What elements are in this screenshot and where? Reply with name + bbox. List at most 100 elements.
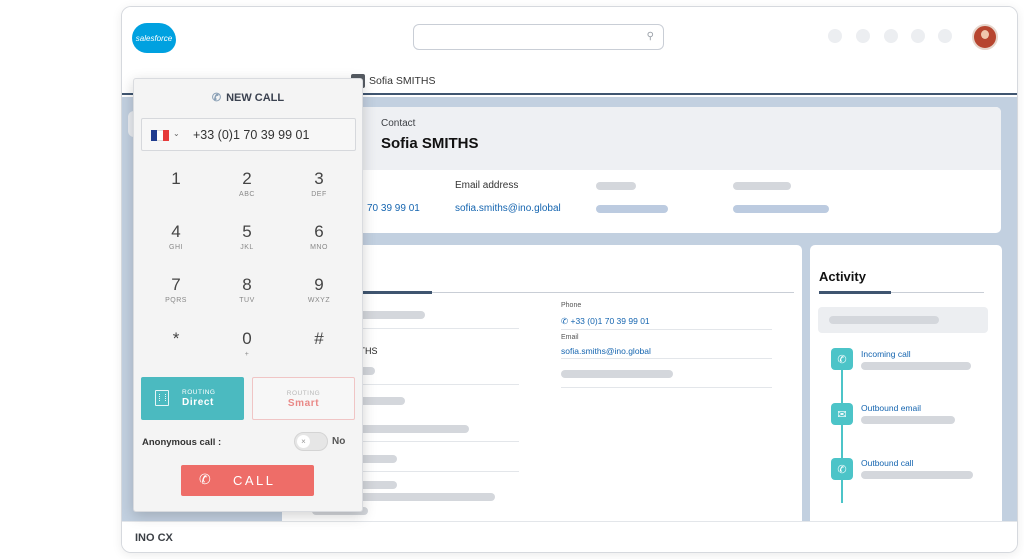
divider [357, 441, 519, 442]
softphone-dialer: ✆ NEW CALL ⌄ +33 (0)1 70 39 99 01 1 2 ABC 3 D… [133, 78, 363, 512]
keypad-digit: 0 [242, 329, 252, 348]
placeholder-bar [861, 362, 971, 370]
routing-direct-label: Direct [182, 397, 214, 408]
phone-icon: ✆ [831, 458, 853, 480]
phone-number-input[interactable]: ⌄ +33 (0)1 70 39 99 01 [141, 118, 356, 151]
placeholder-bar [357, 397, 405, 405]
placeholder-bar [357, 455, 397, 463]
routing-direct-button[interactable]: ROUTING Direct [141, 377, 244, 420]
activity-item-label[interactable]: Outbound call [861, 458, 913, 468]
keypad-digit: # [314, 329, 324, 348]
phone-field-number: +33 (0)1 70 39 99 01 [570, 316, 650, 326]
header-utility-icon[interactable] [911, 29, 925, 43]
placeholder-bar [357, 425, 469, 433]
global-search-input[interactable]: ⚲ [413, 24, 664, 50]
divider [357, 328, 519, 329]
routing-direct-kicker: ROUTING [182, 389, 216, 396]
email-field-value[interactable]: sofia.smiths@ino.global [561, 346, 651, 356]
keypad-digit: 4 [171, 222, 181, 241]
contact-header: Contact Sofia SMITHS [282, 107, 1001, 170]
phone-icon: ✆ [211, 92, 222, 104]
keypad-digit: 3 [314, 169, 324, 188]
placeholder-bar [829, 316, 939, 324]
tab-contact[interactable]: Sofia SMITHS [351, 74, 436, 88]
placeholder-bar [596, 205, 668, 213]
keypad-digit: * [172, 329, 180, 348]
keypad-letters: + [244, 351, 250, 358]
anonymous-call-toggle[interactable]: × [294, 432, 328, 451]
salesforce-logo[interactable]: salesforce [132, 23, 176, 53]
phone-field-label: Phone [561, 302, 582, 309]
chevron-down-icon[interactable]: ⌄ [173, 129, 180, 138]
top-bar: salesforce ⚲ [122, 7, 1017, 71]
keypad-key[interactable]: 4 GHI [146, 222, 206, 262]
keypad-letters: TUV [239, 297, 255, 304]
keypad-key[interactable]: * [146, 329, 206, 369]
header-utility-icon[interactable] [828, 29, 842, 43]
phone-icon: ✆ [831, 348, 853, 370]
routing-smart-label: Smart [287, 398, 320, 409]
keypad-letters: DEF [311, 191, 327, 198]
email-field-label: Email [561, 334, 579, 341]
keypad-letters: MNO [310, 244, 328, 251]
keypad-key[interactable]: # [289, 329, 349, 369]
keypad-digit: 7 [171, 275, 181, 294]
routing-smart-button[interactable]: ROUTING Smart [252, 377, 355, 420]
keypad-key[interactable]: 2 ABC [217, 169, 277, 209]
header-utility-icon[interactable] [884, 29, 898, 43]
keypad-digit: 9 [314, 275, 324, 294]
keypad-key[interactable]: 8 TUV [217, 275, 277, 315]
phone-icon: ✆ [199, 471, 211, 487]
placeholder-bar [596, 182, 636, 190]
activity-tab-selected[interactable] [819, 291, 891, 294]
keypad-digit: 1 [171, 169, 181, 188]
france-flag-icon[interactable] [151, 130, 169, 141]
keypad-digit: 6 [314, 222, 324, 241]
divider [561, 387, 772, 388]
placeholder-bar [561, 370, 673, 378]
keypad-key[interactable]: 1 [146, 169, 206, 209]
keypad-key[interactable]: 3 DEF [289, 169, 349, 209]
anonymous-call-label: Anonymous call : [142, 437, 222, 448]
keypad-key[interactable]: 0 + [217, 329, 277, 369]
header-utility-icon[interactable] [938, 29, 952, 43]
tab-contact-label: Sofia SMITHS [369, 75, 436, 87]
keypad-letters: ABC [239, 191, 255, 198]
contact-name: Sofia SMITHS [381, 135, 479, 152]
divider [357, 384, 519, 385]
keypad-key[interactable]: 6 MNO [289, 222, 349, 262]
activity-item-label[interactable]: Outbound email [861, 403, 921, 413]
dialer-title: ✆ NEW CALL [134, 91, 362, 104]
email-link[interactable]: sofia.smiths@ino.global [455, 203, 561, 214]
divider [561, 329, 772, 330]
keypad-key[interactable]: 5 JKL [217, 222, 277, 262]
phone-link[interactable]: 70 39 99 01 [367, 203, 420, 214]
utility-bar-label[interactable]: INO CX [135, 532, 173, 544]
call-button-label: CALL [233, 473, 276, 488]
user-avatar[interactable] [972, 24, 998, 50]
anonymous-call-value: No [332, 436, 346, 447]
activity-item-label[interactable]: Incoming call [861, 349, 911, 359]
keypad-letters: PQRS [165, 297, 187, 304]
keypad-key[interactable]: 7 PQRS [146, 275, 206, 315]
keypad-letters: JKL [240, 244, 254, 251]
activity-filter[interactable] [818, 307, 988, 333]
placeholder-bar [357, 481, 397, 489]
keypad-key[interactable]: 9 WXYZ [289, 275, 349, 315]
keypad-letters: GHI [169, 244, 183, 251]
placeholder-bar [861, 471, 973, 479]
utility-bar: INO CX [122, 521, 1017, 552]
placeholder-bar [357, 493, 495, 501]
placeholder-bar [733, 182, 791, 190]
keypad-digit: 8 [242, 275, 252, 294]
contact-highlights-card: Contact Sofia SMITHS Email address 70 39… [282, 107, 1001, 233]
dialer-title-label: NEW CALL [226, 92, 285, 104]
placeholder-bar [357, 311, 425, 319]
header-utility-icon[interactable] [856, 29, 870, 43]
divider [561, 358, 772, 359]
activity-title: Activity [819, 269, 866, 284]
phone-field-value[interactable]: ✆ +33 (0)1 70 39 99 01 [561, 316, 650, 327]
placeholder-bar [861, 416, 955, 424]
divider [357, 471, 519, 472]
call-button[interactable]: ✆ CALL [181, 465, 314, 496]
